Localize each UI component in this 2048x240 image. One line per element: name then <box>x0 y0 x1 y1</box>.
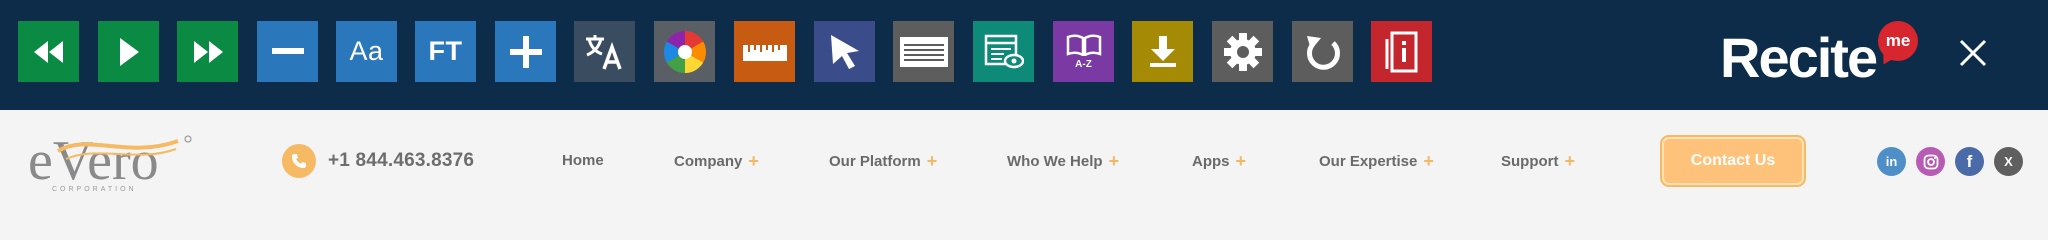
nav-support[interactable]: Support + <box>1501 152 1575 170</box>
nav-label: Who We Help <box>1007 152 1103 170</box>
nav-our-expertise[interactable]: Our Expertise + <box>1319 152 1434 170</box>
evero-logo-tagline: CORPORATION <box>52 186 137 193</box>
facebook-link[interactable]: f <box>1955 147 1984 176</box>
x-icon: X <box>2004 154 2013 169</box>
settings-button[interactable] <box>1212 21 1273 82</box>
close-icon <box>1959 39 1987 67</box>
gear-icon <box>1223 32 1262 71</box>
nav-label: Support <box>1501 152 1559 170</box>
cursor-icon <box>830 34 859 69</box>
phone-number: +1 844.463.8376 <box>328 150 475 171</box>
nav-label: Apps <box>1192 152 1230 170</box>
screen-mask-button[interactable] <box>893 21 954 82</box>
text-only-icon <box>984 34 1024 68</box>
fast-forward-button[interactable] <box>177 21 238 82</box>
plus-icon: + <box>1564 151 1576 171</box>
instagram-link[interactable] <box>1916 147 1945 176</box>
color-wheel-icon <box>663 30 706 73</box>
font-icon: Aa <box>349 36 384 66</box>
phone-icon <box>282 144 316 178</box>
font-button[interactable]: Aa <box>336 21 397 82</box>
translate-button[interactable] <box>574 21 635 82</box>
rewind-button[interactable] <box>18 21 79 82</box>
translate-icon <box>585 34 622 70</box>
close-toolbar-button[interactable] <box>1956 36 1990 70</box>
nav-our-platform[interactable]: Our Platform + <box>829 152 937 170</box>
nav-label: Home <box>562 152 604 169</box>
fast-forward-icon <box>193 40 223 63</box>
linkedin-icon: in <box>1885 154 1898 169</box>
document-info-icon <box>1385 31 1417 72</box>
nav-apps[interactable]: Apps + <box>1192 152 1246 170</box>
evero-logo-text: eVero <box>28 130 159 192</box>
plus-icon: + <box>1423 151 1434 171</box>
color-settings-button[interactable] <box>654 21 715 82</box>
ruler-icon <box>742 44 787 61</box>
dictionary-icon <box>1066 33 1101 56</box>
increase-text-button[interactable] <box>495 21 556 82</box>
screen-mask-icon <box>899 36 948 67</box>
nav-home[interactable]: Home <box>562 152 604 169</box>
ruler-button[interactable] <box>734 21 795 82</box>
nav-label: Company <box>674 152 743 170</box>
dictionary-button[interactable]: A-Z <box>1053 21 1114 82</box>
dictionary-label: A-Z <box>1075 58 1092 70</box>
facebook-icon: f <box>1966 151 1973 171</box>
download-icon <box>1149 35 1176 67</box>
evero-logo[interactable]: eVero CORPORATION <box>28 129 198 193</box>
reset-button[interactable] <box>1292 21 1353 82</box>
rewind-icon <box>33 40 63 63</box>
recite-toolbar: Aa FT A-Z Recite me <box>0 0 2048 110</box>
nav-who-we-help[interactable]: Who We Help + <box>1007 152 1119 170</box>
reset-icon <box>1306 35 1340 70</box>
font-type-icon: FT <box>428 36 463 66</box>
play-icon <box>119 37 139 66</box>
plus-icon: + <box>748 151 759 171</box>
pointer-button[interactable] <box>814 21 875 82</box>
evero-logo-mark: eVero CORPORATION <box>28 130 192 193</box>
plus-icon <box>509 35 542 68</box>
decrease-text-button[interactable] <box>257 21 318 82</box>
play-button[interactable] <box>98 21 159 82</box>
reciteme-logo-badge: me <box>1878 21 1918 61</box>
phone-link[interactable]: +1 844.463.8376 <box>282 144 474 178</box>
text-only-mode-button[interactable] <box>973 21 1034 82</box>
minus-icon <box>271 47 304 54</box>
plus-icon: + <box>1108 151 1120 171</box>
linkedin-link[interactable]: in <box>1877 147 1906 176</box>
reciteme-logo: Recite me <box>1720 20 1918 90</box>
nav-label: Our Platform <box>829 152 921 170</box>
font-type-button[interactable]: FT <box>415 21 476 82</box>
nav-company[interactable]: Company + <box>674 152 759 170</box>
download-button[interactable] <box>1132 21 1193 82</box>
reciteme-logo-text: Recite <box>1720 26 1878 89</box>
instagram-icon <box>1923 154 1938 169</box>
plus-icon: + <box>926 151 938 171</box>
pdf-reader-button[interactable] <box>1371 21 1432 82</box>
contact-us-button[interactable]: Contact Us <box>1662 137 1804 185</box>
site-header: eVero CORPORATION +1 844.463.8376 Home C… <box>0 110 2048 208</box>
plus-icon: + <box>1235 151 1247 171</box>
nav-label: Our Expertise <box>1319 152 1418 170</box>
x-link[interactable]: X <box>1994 147 2023 176</box>
